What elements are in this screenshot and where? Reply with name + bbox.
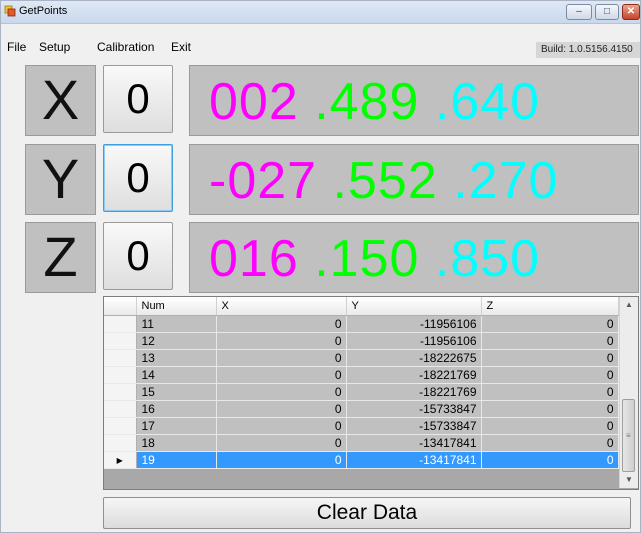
cell-num[interactable]: 11: [136, 315, 217, 333]
zero-z-button[interactable]: 0: [103, 222, 173, 290]
cell-x[interactable]: 0: [216, 315, 347, 333]
cell-num[interactable]: 14: [136, 366, 217, 384]
window-title: GetPoints: [19, 5, 68, 17]
scroll-thumb[interactable]: ≡: [622, 399, 635, 472]
cell-y[interactable]: -15733847: [346, 400, 482, 418]
main-window: GetPoints ‒ □ ✕ File Setup Calibration E…: [0, 0, 641, 533]
axis-label-z: Z: [25, 222, 96, 293]
row-header-cell[interactable]: [104, 315, 137, 333]
table-row[interactable]: 14 0 -18221769 0: [104, 366, 619, 384]
cell-y[interactable]: -13417841: [346, 434, 482, 452]
cell-y[interactable]: -15733847: [346, 417, 482, 435]
axis-label-y: Y: [25, 144, 96, 215]
row-header-cell[interactable]: [104, 366, 137, 384]
readout-z-fraction2: .850: [434, 230, 541, 288]
cell-y[interactable]: -18222675: [346, 349, 482, 367]
cell-y[interactable]: -18221769: [346, 383, 482, 401]
table-row[interactable]: ▶ 19 0 -13417841 0: [104, 451, 619, 469]
cell-z[interactable]: 0: [481, 451, 619, 469]
cell-num[interactable]: 17: [136, 417, 217, 435]
readout-y-fraction1: .552: [332, 152, 438, 210]
readout-z-integer: 016: [209, 230, 299, 288]
readout-z: 016 .150 .850: [189, 222, 639, 293]
cell-num[interactable]: 18: [136, 434, 217, 452]
cell-z[interactable]: 0: [481, 400, 619, 418]
cell-num[interactable]: 19: [136, 451, 217, 469]
cell-num[interactable]: 12: [136, 332, 217, 350]
cell-y[interactable]: -11956106: [346, 332, 482, 350]
table-row[interactable]: 12 0 -11956106 0: [104, 332, 619, 350]
table-row[interactable]: 17 0 -15733847 0: [104, 417, 619, 435]
cell-x[interactable]: 0: [216, 434, 347, 452]
cell-z[interactable]: 0: [481, 332, 619, 350]
cell-z[interactable]: 0: [481, 315, 619, 333]
cell-y[interactable]: -18221769: [346, 366, 482, 384]
cell-y[interactable]: -11956106: [346, 315, 482, 333]
grid-scrollbar[interactable]: ▲ ≡ ▼: [619, 297, 638, 488]
row-header-cell[interactable]: [104, 383, 137, 401]
cell-z[interactable]: 0: [481, 383, 619, 401]
cell-x[interactable]: 0: [216, 366, 347, 384]
points-grid[interactable]: Num X Y Z 11 0 -11956106 0 12 0 -11956106 0 13 0-…: [103, 296, 639, 490]
build-label: Build: 1.0.5156.4150: [541, 44, 633, 55]
cell-x[interactable]: 0: [216, 383, 347, 401]
scroll-up-icon[interactable]: ▲: [620, 297, 638, 313]
current-row-icon[interactable]: ▶: [104, 451, 137, 469]
table-row[interactable]: 11 0 -11956106 0: [104, 315, 619, 333]
build-label-box: Build: 1.0.5156.4150: [536, 42, 640, 58]
cell-num[interactable]: 15: [136, 383, 217, 401]
menu-exit[interactable]: Exit: [171, 40, 191, 54]
points-table: Num X Y Z 11 0 -11956106 0 12 0 -11956106 0 13 0-…: [104, 297, 619, 469]
table-row[interactable]: 15 0 -18221769 0: [104, 383, 619, 401]
menu-file[interactable]: File: [7, 40, 26, 54]
column-header-x[interactable]: X: [216, 297, 347, 316]
cell-x[interactable]: 0: [216, 332, 347, 350]
table-row[interactable]: 16 0 -15733847 0: [104, 400, 619, 418]
readout-z-fraction1: .150: [314, 230, 420, 288]
row-header-cell[interactable]: [104, 349, 137, 367]
row-header-cell[interactable]: [104, 417, 137, 435]
row-header-cell[interactable]: [104, 400, 137, 418]
cell-z[interactable]: 0: [481, 366, 619, 384]
cell-num[interactable]: 16: [136, 400, 217, 418]
readout-x: 002 .489 .640: [189, 65, 639, 136]
title-bar: GetPoints ‒ □ ✕: [1, 1, 640, 24]
axis-label-x: X: [25, 65, 96, 136]
cell-num[interactable]: 13: [136, 349, 217, 367]
cell-z[interactable]: 0: [481, 417, 619, 435]
maximize-button[interactable]: □: [595, 4, 619, 20]
menu-calibration[interactable]: Calibration: [97, 40, 154, 54]
zero-x-button[interactable]: 0: [103, 65, 173, 133]
cell-x[interactable]: 0: [216, 451, 347, 469]
zero-y-button[interactable]: 0: [103, 144, 173, 212]
scroll-down-icon[interactable]: ▼: [620, 472, 638, 488]
minimize-button[interactable]: ‒: [566, 4, 592, 20]
row-header-corner: [104, 297, 137, 316]
cell-x[interactable]: 0: [216, 400, 347, 418]
column-header-z[interactable]: Z: [481, 297, 619, 316]
table-row[interactable]: 18 0 -13417841 0: [104, 434, 619, 452]
cell-x[interactable]: 0: [216, 417, 347, 435]
cell-z[interactable]: 0: [481, 434, 619, 452]
grid-header-row: Num X Y Z: [104, 297, 619, 316]
app-icon: [4, 5, 16, 17]
cell-x[interactable]: 0: [216, 349, 347, 367]
table-row[interactable]: 13 0 -18222675 0: [104, 349, 619, 367]
menu-setup[interactable]: Setup: [39, 40, 70, 54]
grip-icon: ≡: [626, 431, 631, 440]
cell-y[interactable]: -13417841: [346, 451, 482, 469]
readout-y: -027 .552 .270: [189, 144, 639, 215]
cell-z[interactable]: 0: [481, 349, 619, 367]
row-header-cell[interactable]: [104, 434, 137, 452]
readout-x-integer: 002: [209, 73, 299, 131]
row-header-cell[interactable]: [104, 332, 137, 350]
readout-y-fraction2: .270: [453, 152, 559, 210]
column-header-num[interactable]: Num: [136, 297, 217, 316]
column-header-y[interactable]: Y: [346, 297, 482, 316]
readout-x-fraction1: .489: [314, 73, 420, 131]
close-button[interactable]: ✕: [622, 4, 640, 20]
readout-x-fraction2: .640: [434, 73, 541, 131]
clear-data-button[interactable]: Clear Data: [103, 497, 631, 529]
readout-y-integer: -027: [209, 152, 318, 210]
